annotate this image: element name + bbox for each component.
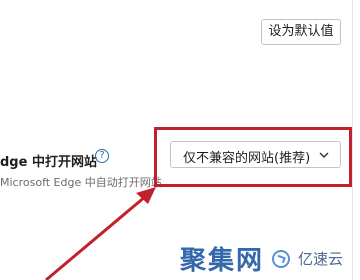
watermark-secondary-text: 亿速云 — [298, 250, 344, 268]
setting-title: dge 中打开网站 — [0, 155, 97, 170]
setting-description: Microsoft Edge 中自动打开网站 — [0, 176, 162, 189]
scrollbar-divider — [352, 0, 353, 280]
settings-page: 设为默认值 dge 中打开网站 ? Microsoft Edge 中自动打开网站… — [0, 0, 360, 280]
help-icon[interactable]: ? — [95, 149, 109, 163]
yisu-logo-icon — [272, 249, 291, 268]
reset-default-button[interactable]: 设为默认值 — [261, 19, 341, 45]
watermark: 聚集网 亿速云 — [180, 240, 343, 277]
watermark-primary-text: 聚集网 — [180, 246, 265, 276]
annotation-highlight-box — [154, 127, 352, 187]
